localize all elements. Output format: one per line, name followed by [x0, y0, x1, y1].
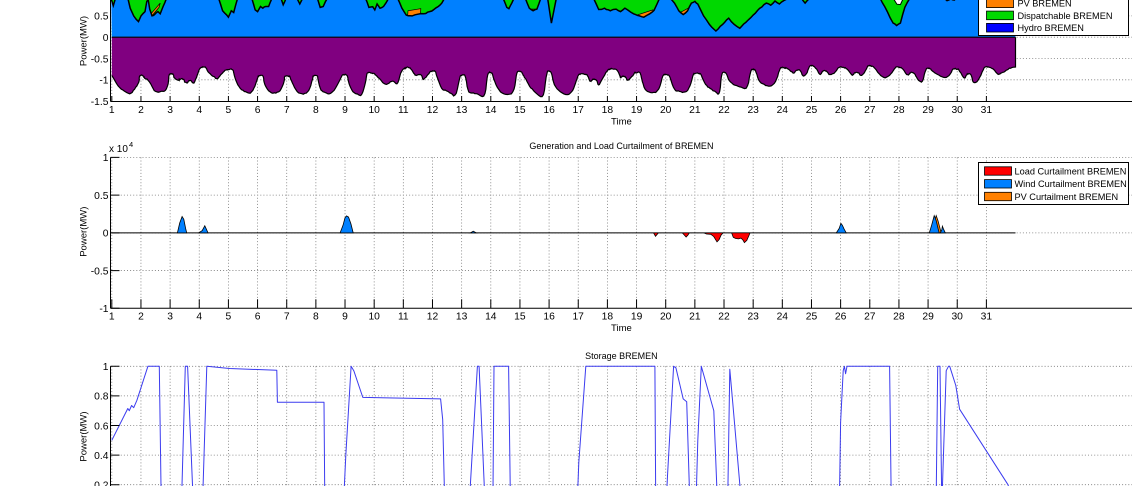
svg-text:16: 16	[543, 105, 555, 116]
svg-text:23: 23	[747, 105, 759, 116]
svg-text:Time: Time	[611, 323, 632, 334]
svg-text:28: 28	[893, 105, 905, 116]
svg-text:12: 12	[427, 312, 439, 323]
svg-text:10: 10	[368, 312, 380, 323]
svg-text:11: 11	[398, 105, 409, 116]
svg-text:2: 2	[138, 105, 144, 116]
svg-text:Dispatchable BREMEN: Dispatchable BREMEN	[1018, 11, 1113, 21]
svg-text:15: 15	[514, 312, 526, 323]
svg-text:4: 4	[129, 140, 133, 149]
svg-text:26: 26	[835, 312, 847, 323]
svg-text:4: 4	[196, 105, 202, 116]
svg-text:28: 28	[893, 312, 905, 323]
svg-text:14: 14	[485, 312, 497, 323]
svg-text:0: 0	[103, 229, 109, 240]
svg-text:Time: Time	[611, 117, 632, 128]
svg-text:13: 13	[456, 312, 468, 323]
svg-text:1: 1	[109, 105, 115, 116]
svg-text:29: 29	[922, 105, 934, 116]
svg-text:21: 21	[689, 312, 701, 323]
svg-text:-1: -1	[99, 76, 108, 87]
svg-text:7: 7	[284, 105, 290, 116]
svg-text:-0.5: -0.5	[91, 266, 109, 277]
svg-text:-1.5: -1.5	[91, 97, 109, 108]
svg-text:24: 24	[777, 105, 789, 116]
svg-text:1: 1	[109, 312, 115, 323]
svg-text:2: 2	[138, 312, 144, 323]
svg-text:18: 18	[602, 105, 614, 116]
svg-text:19: 19	[631, 105, 643, 116]
svg-text:19: 19	[631, 312, 643, 323]
svg-text:x 10: x 10	[109, 144, 128, 155]
svg-text:8: 8	[313, 105, 319, 116]
svg-text:17: 17	[572, 105, 584, 116]
svg-text:6: 6	[255, 105, 261, 116]
svg-text:27: 27	[864, 312, 876, 323]
svg-text:30: 30	[951, 105, 963, 116]
svg-text:25: 25	[806, 105, 818, 116]
svg-text:1: 1	[103, 362, 109, 373]
svg-text:15: 15	[514, 105, 526, 116]
svg-text:27: 27	[864, 105, 876, 116]
svg-text:25: 25	[806, 312, 818, 323]
svg-text:16: 16	[543, 312, 555, 323]
svg-text:0.4: 0.4	[94, 451, 109, 462]
svg-text:PV Curtailment BREMEN: PV Curtailment BREMEN	[1015, 192, 1119, 202]
svg-text:9: 9	[342, 105, 348, 116]
svg-text:Hydro BREMEN: Hydro BREMEN	[1018, 23, 1084, 33]
svg-text:Load Curtailment BREMEN: Load Curtailment BREMEN	[1015, 166, 1127, 176]
svg-text:Generation and Load Curtailmen: Generation and Load Curtailment of BREME…	[529, 141, 713, 151]
svg-text:29: 29	[922, 312, 934, 323]
svg-text:23: 23	[747, 312, 759, 323]
svg-text:5: 5	[226, 312, 232, 323]
svg-text:9: 9	[342, 312, 348, 323]
svg-text:Power(MW): Power(MW)	[79, 16, 90, 66]
svg-text:Power(MW): Power(MW)	[79, 411, 90, 461]
svg-text:14: 14	[485, 105, 497, 116]
svg-text:20: 20	[660, 312, 672, 323]
svg-text:0: 0	[103, 33, 109, 44]
svg-text:18: 18	[602, 312, 614, 323]
svg-text:22: 22	[718, 312, 730, 323]
svg-text:31: 31	[981, 312, 993, 323]
svg-text:0.6: 0.6	[94, 421, 109, 432]
svg-text:Storage BREMEN: Storage BREMEN	[585, 351, 658, 361]
svg-text:0.5: 0.5	[94, 12, 109, 23]
svg-text:3: 3	[167, 312, 173, 323]
svg-text:11: 11	[398, 312, 409, 323]
svg-text:21: 21	[689, 105, 701, 116]
svg-text:24: 24	[777, 312, 789, 323]
svg-text:3: 3	[167, 105, 173, 116]
svg-text:26: 26	[835, 105, 847, 116]
svg-text:-1: -1	[99, 304, 108, 315]
svg-text:-0.5: -0.5	[91, 54, 109, 65]
svg-text:22: 22	[718, 105, 730, 116]
svg-text:1: 1	[103, 153, 109, 164]
svg-text:Wind Curtailment BREMEN: Wind Curtailment BREMEN	[1015, 179, 1127, 189]
svg-text:12: 12	[427, 105, 439, 116]
svg-text:PV BREMEN: PV BREMEN	[1018, 0, 1072, 9]
svg-text:31: 31	[981, 105, 993, 116]
svg-text:8: 8	[313, 312, 319, 323]
svg-text:17: 17	[572, 312, 584, 323]
svg-text:0.5: 0.5	[94, 191, 109, 202]
svg-text:Power(MW): Power(MW)	[79, 207, 90, 257]
svg-text:10: 10	[368, 105, 380, 116]
svg-text:7: 7	[284, 312, 290, 323]
svg-text:0.2: 0.2	[94, 481, 109, 487]
svg-text:30: 30	[951, 312, 963, 323]
svg-text:6: 6	[255, 312, 261, 323]
svg-text:5: 5	[226, 105, 232, 116]
svg-text:13: 13	[456, 105, 468, 116]
svg-text:4: 4	[196, 312, 202, 323]
svg-text:20: 20	[660, 105, 672, 116]
svg-text:0.8: 0.8	[94, 392, 109, 403]
